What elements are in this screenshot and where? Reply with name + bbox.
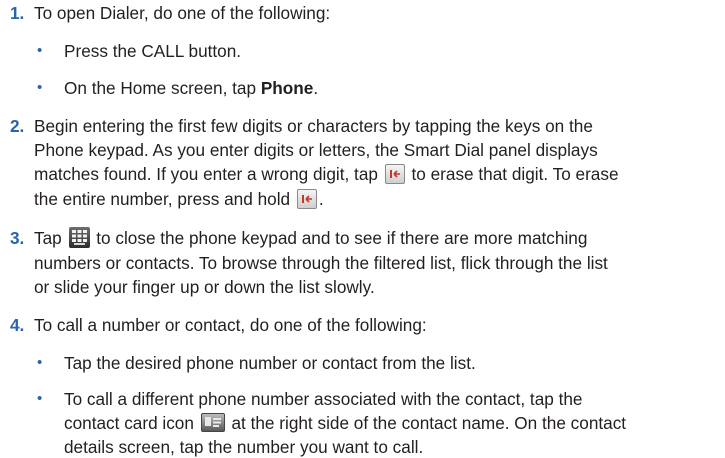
bullet-icon: • [37, 42, 43, 59]
text-part: at the right side of the contact name. O… [226, 413, 627, 433]
bullet-icon: • [37, 390, 43, 407]
step-text-line: matches found. If you enter a wrong digi… [34, 163, 619, 185]
step-text-line: Phone keypad. As you enter digits or let… [34, 140, 598, 160]
bullet-text-line: details screen, tap the number you want … [64, 437, 424, 457]
bullet-text: Tap the desired phone number or contact … [64, 353, 476, 373]
step-number: 1. [10, 3, 25, 23]
step-text-line: the entire number, press and hold . [34, 188, 324, 210]
instructions-document: 1. To open Dialer, do one of the followi… [0, 0, 725, 457]
bullet-text-part: . [313, 78, 319, 98]
step-text: To call a number or contact, do one of t… [34, 315, 427, 335]
step-number: 4. [10, 315, 25, 335]
step-text-line: Begin entering the first few digits or c… [34, 116, 593, 136]
step-text-line: or slide your finger up or down the list… [34, 277, 375, 297]
phone-label: Phone [260, 78, 314, 98]
text-part: contact card icon [64, 413, 199, 433]
keypad-icon [68, 227, 90, 248]
text-part: to erase that digit. To erase [406, 164, 619, 184]
step-text-line: numbers or contacts. To browse through t… [34, 253, 608, 273]
backspace-icon [384, 164, 405, 184]
contact-card-icon [200, 413, 225, 432]
bullet-text-line: contact card icon at the right side of t… [64, 412, 626, 434]
text-part: to close the phone keypad and to see if … [91, 228, 588, 248]
bullet-text: Press the CALL button. [64, 41, 242, 61]
text-part: Tap [34, 228, 67, 248]
bullet-icon: • [37, 79, 43, 96]
text-part: matches found. If you enter a wrong digi… [34, 164, 383, 184]
backspace-icon [296, 189, 317, 209]
step-number: 3. [10, 228, 25, 248]
bullet-text: On the Home screen, tap Phone. [64, 77, 318, 99]
step-number: 2. [10, 116, 25, 136]
text-part: . [318, 189, 324, 209]
bullet-icon: • [37, 354, 43, 371]
step-text-line: Tap to close the phone keypad and to see… [34, 227, 587, 249]
text-part: the entire number, press and hold [34, 189, 295, 209]
bullet-text: To call a different phone number associa… [64, 389, 583, 409]
step-text: To open Dialer, do one of the following: [34, 3, 331, 23]
bullet-text-part: On the Home screen, tap [64, 78, 261, 98]
